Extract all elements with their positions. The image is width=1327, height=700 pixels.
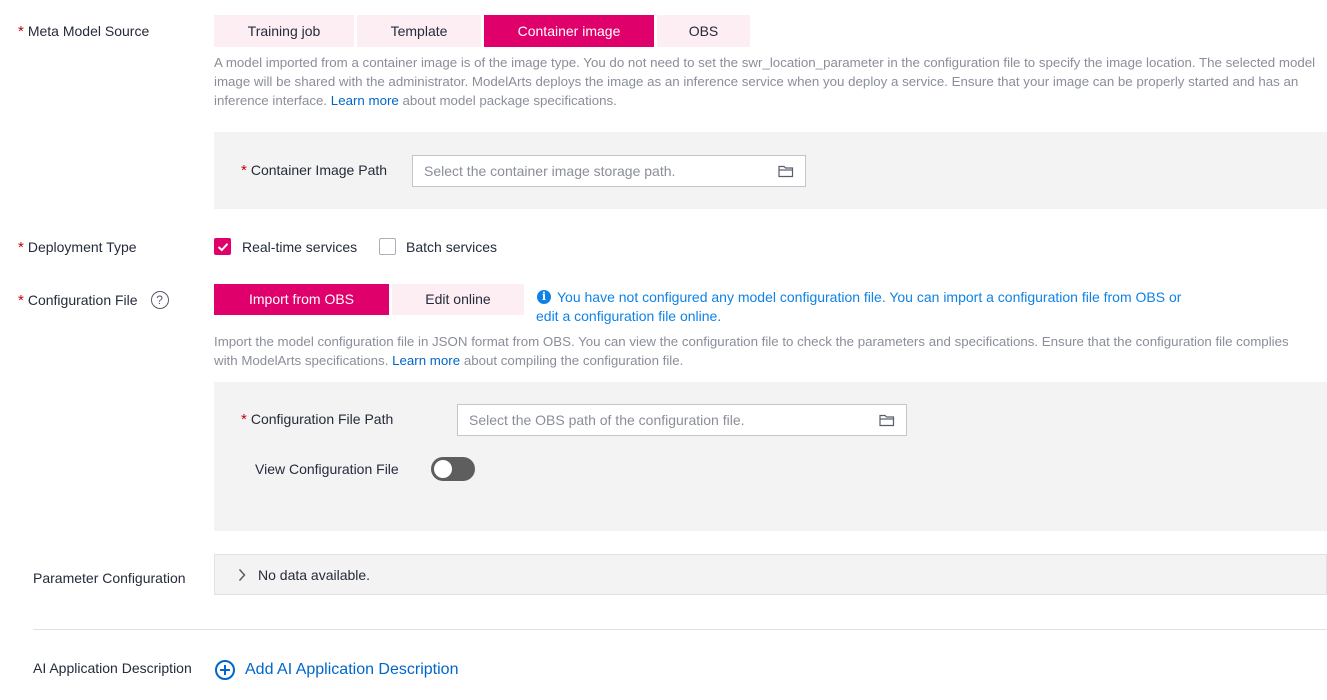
realtime-services-option[interactable]: Real-time services [214,238,357,255]
batch-services-option[interactable]: Batch services [379,238,497,255]
no-data-text: No data available. [258,567,371,583]
container-image-path-label: * Container Image Path [241,162,388,179]
meta-model-source-segmented: Training job Template Container image OB… [214,15,753,47]
help-icon[interactable]: ? [150,291,169,309]
configuration-file-label: * Configuration File ? [18,291,169,309]
add-ai-application-description-button[interactable]: Add AI Application Description [215,660,458,680]
configuration-file-description: Import the model configuration file in J… [214,334,1289,368]
view-configuration-file-toggle[interactable] [431,457,475,481]
view-configuration-file-label: View Configuration File [255,461,399,477]
deployment-type-label: * Deployment Type [18,239,137,256]
ai-application-description-label: AI Application Description [33,660,192,676]
source-option-obs[interactable]: OBS [657,15,750,47]
add-circle-icon [215,660,235,680]
realtime-services-checkbox[interactable] [214,238,231,255]
configuration-file-segmented: Import from OBS Edit online [214,284,527,315]
configuration-info-message: You have not configured any model config… [536,289,1182,324]
batch-services-checkbox[interactable] [379,238,396,255]
toggle-knob [434,460,452,478]
meta-model-source-label: * Meta Model Source [18,23,150,40]
tab-import-from-obs[interactable]: Import from OBS [214,284,389,315]
section-divider [33,629,1327,630]
folder-icon[interactable] [778,164,794,178]
configuration-file-path-input[interactable]: Select the OBS path of the configuration… [457,404,907,436]
chevron-right-icon[interactable] [237,568,247,582]
parameter-configuration-label: Parameter Configuration [33,570,186,586]
tab-edit-online[interactable]: Edit online [392,284,524,315]
learn-more-config-link[interactable]: Learn more [392,353,460,368]
source-option-template[interactable]: Template [357,15,481,47]
configuration-file-path-label: * Configuration File Path [241,411,394,428]
container-image-path-input[interactable]: Select the container image storage path. [412,155,806,187]
parameter-configuration-collapse[interactable]: No data available. [214,554,1327,595]
folder-icon[interactable] [879,413,895,427]
source-option-training-job[interactable]: Training job [214,15,354,47]
container-image-description: A model imported from a container image … [214,55,1316,108]
learn-more-model-package-link[interactable]: Learn more [331,93,399,108]
source-option-container-image[interactable]: Container image [484,15,654,47]
check-icon [217,242,228,251]
